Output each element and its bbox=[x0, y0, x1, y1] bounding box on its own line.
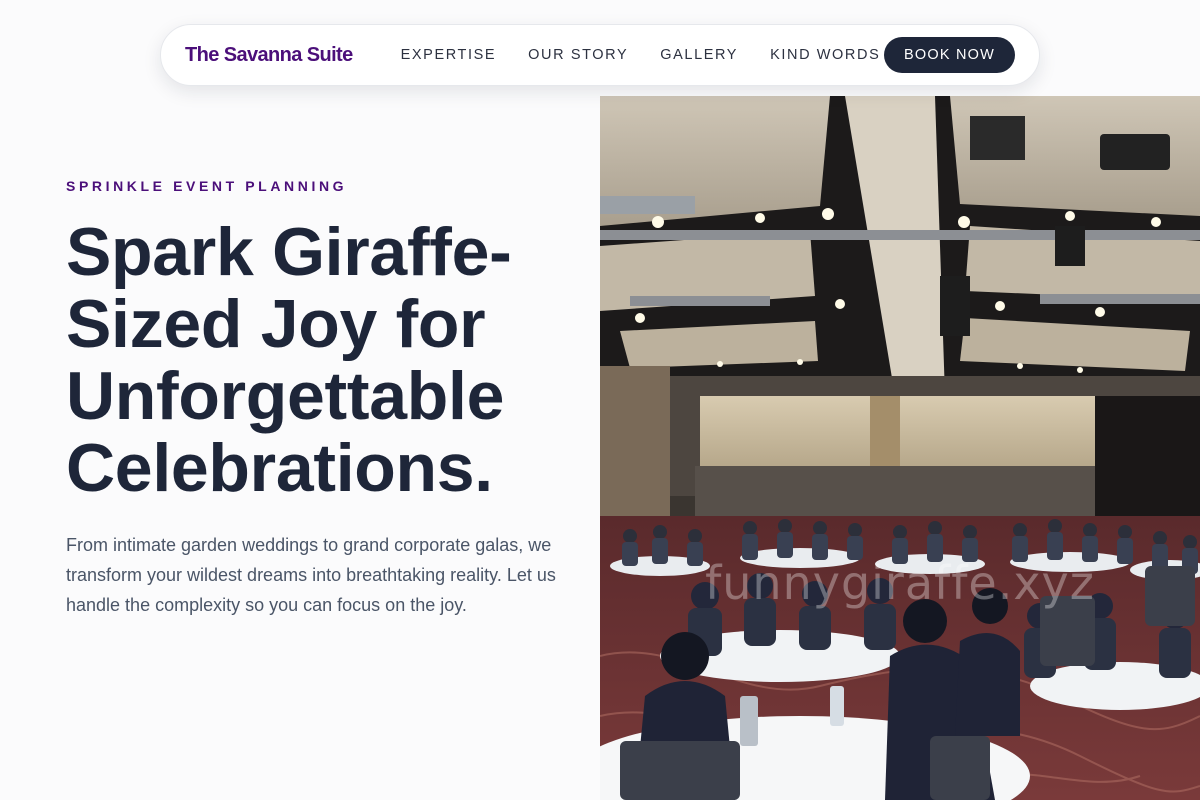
nav-link-expertise[interactable]: EXPERTISE bbox=[401, 47, 497, 63]
hero-eyebrow: SPRINKLE EVENT PLANNING bbox=[66, 178, 348, 194]
banquet-hall-illustration bbox=[600, 96, 1200, 800]
nav-link-kind-words[interactable]: KIND WORDS bbox=[770, 47, 880, 63]
image-watermark: funnygiraffe.xyz bbox=[705, 556, 1095, 610]
page: The Savanna Suite EXPERTISE OUR STORY GA… bbox=[0, 0, 1200, 800]
hero-headline: Spark Giraffe-Sized Joy for Unforgettabl… bbox=[66, 214, 512, 506]
nav-links: EXPERTISE OUR STORY GALLERY KIND WORDS bbox=[401, 47, 881, 63]
hero-image-banquet-hall: funnygiraffe.xyz bbox=[600, 96, 1200, 800]
hero-lede: From intimate garden weddings to grand c… bbox=[66, 535, 556, 615]
nav-link-gallery[interactable]: GALLERY bbox=[660, 47, 738, 63]
nav-link-our-story[interactable]: OUR STORY bbox=[528, 47, 628, 63]
brand-logo[interactable]: The Savanna Suite bbox=[185, 44, 353, 67]
book-now-button[interactable]: BOOK NOW bbox=[884, 37, 1015, 73]
top-nav: The Savanna Suite EXPERTISE OUR STORY GA… bbox=[160, 24, 1040, 86]
hero-text: SPRINKLE EVENT PLANNING Spark Giraffe-Si… bbox=[66, 178, 576, 620]
